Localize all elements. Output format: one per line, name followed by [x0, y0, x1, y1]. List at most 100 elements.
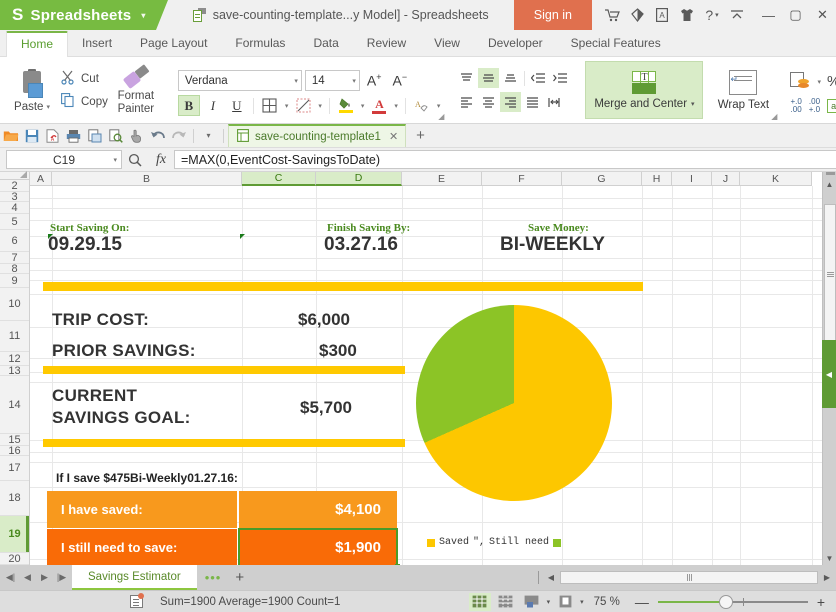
cart-icon[interactable]: [601, 0, 623, 30]
column-header-F[interactable]: F: [482, 172, 562, 186]
diagonal-border-button[interactable]: [292, 95, 314, 116]
merge-and-center-button[interactable]: T Merge and Center ▾: [585, 61, 703, 119]
row-header-5[interactable]: 5: [0, 214, 29, 230]
still-need-label-cell[interactable]: I still need to save:: [47, 529, 237, 565]
scroll-left-button[interactable]: ◀: [544, 565, 558, 590]
decrease-indent-button[interactable]: [528, 68, 549, 88]
bold-button[interactable]: B: [178, 95, 200, 116]
h-split-handle[interactable]: [538, 571, 539, 584]
collapse-ribbon-icon[interactable]: [726, 0, 748, 30]
chevron-down-icon[interactable]: ▾: [316, 102, 324, 110]
last-sheet-button[interactable]: |▶: [54, 565, 69, 590]
sign-in-button[interactable]: Sign in: [514, 0, 592, 30]
first-sheet-button[interactable]: ◀|: [3, 565, 18, 590]
document-tab[interactable]: save-counting-template1 ✕: [228, 124, 406, 147]
page-layout-view-icon[interactable]: [495, 593, 517, 611]
sheet-overflow-icon[interactable]: •••: [197, 565, 230, 590]
format-painter-button[interactable]: Format Painter: [108, 64, 164, 116]
new-document-button[interactable]: +: [406, 127, 435, 144]
accounting-format-button[interactable]: ▾: [790, 72, 821, 92]
align-center-button[interactable]: [478, 92, 499, 112]
alignment-dialog-launcher[interactable]: ◢: [771, 112, 777, 121]
chevron-down-icon[interactable]: ▾: [547, 598, 551, 606]
align-right-button[interactable]: [500, 92, 521, 112]
chevron-down-icon[interactable]: ▾: [392, 102, 400, 110]
tab-home[interactable]: Home: [6, 31, 68, 57]
clear-format-button[interactable]: A: [411, 95, 433, 116]
zoom-slider[interactable]: [658, 593, 808, 611]
column-header-J[interactable]: J: [712, 172, 740, 186]
row-header-13[interactable]: 13: [0, 366, 29, 376]
maximize-button[interactable]: ▢: [782, 0, 809, 30]
tab-view[interactable]: View: [420, 31, 474, 56]
full-screen-view-icon[interactable]: [554, 593, 576, 611]
column-header-B[interactable]: B: [52, 172, 242, 186]
chevron-down-icon[interactable]: ▾: [359, 102, 367, 110]
task-pane-toggle[interactable]: ◀: [822, 340, 836, 408]
row-header-4[interactable]: 4: [0, 202, 29, 214]
column-header-E[interactable]: E: [402, 172, 482, 186]
horizontal-scroll-thumb[interactable]: [560, 571, 818, 584]
split-handle[interactable]: [826, 172, 835, 175]
customize-qat-icon[interactable]: ▾: [198, 124, 219, 148]
minimize-button[interactable]: —: [755, 0, 782, 30]
scroll-right-button[interactable]: ▶: [820, 565, 834, 590]
prev-sheet-button[interactable]: ◀: [20, 565, 35, 590]
font-size-combo[interactable]: 14 ▾: [305, 70, 360, 91]
savings-pie-chart[interactable]: [416, 305, 612, 501]
column-header-A[interactable]: A: [30, 172, 52, 186]
tab-review[interactable]: Review: [353, 31, 420, 56]
row-header-20[interactable]: 20: [0, 553, 29, 565]
increase-decimal-button[interactable]: +.0 .00: [790, 98, 801, 115]
select-all-corner[interactable]: [0, 172, 30, 180]
undo-icon[interactable]: [147, 124, 168, 148]
zoom-formula-icon[interactable]: [122, 153, 148, 167]
row-header-6[interactable]: 6: [0, 230, 29, 252]
copy-button[interactable]: Copy: [61, 93, 108, 111]
current-goal-value[interactable]: $5,700: [300, 398, 352, 418]
horizontal-scrollbar[interactable]: ◀ ▶: [250, 565, 836, 590]
grow-font-button[interactable]: A+: [363, 72, 386, 89]
font-dialog-launcher[interactable]: ◢: [438, 112, 444, 121]
column-header-H[interactable]: H: [642, 172, 672, 186]
italic-button[interactable]: I: [202, 95, 224, 116]
name-box[interactable]: C19 ▾: [6, 150, 122, 169]
sheet-canvas[interactable]: Start Saving On: 09.29.15 Finish Saving …: [30, 186, 822, 565]
open-folder-icon[interactable]: [0, 124, 21, 148]
paste-button[interactable]: Paste ▾: [5, 67, 59, 113]
underline-button[interactable]: U: [226, 95, 248, 116]
align-top-button[interactable]: [456, 68, 477, 88]
shirt-icon[interactable]: [676, 0, 698, 30]
row-header-8[interactable]: 8: [0, 264, 29, 274]
tab-page-layout[interactable]: Page Layout: [126, 31, 221, 56]
align-bottom-button[interactable]: [500, 68, 521, 88]
tab-formulas[interactable]: Formulas: [221, 31, 299, 56]
select-tool-icon[interactable]: [126, 124, 147, 148]
row-header-3[interactable]: 3: [0, 192, 29, 202]
row-header-9[interactable]: 9: [0, 274, 29, 288]
chevron-down-icon[interactable]: ▾: [46, 103, 50, 111]
column-header-D[interactable]: D: [316, 172, 402, 186]
text-orientation-button[interactable]: [544, 92, 565, 112]
zoom-level-label[interactable]: 75 %: [588, 596, 626, 608]
if-i-save-text[interactable]: If I save $475Bi-Weekly01.27.16:: [56, 471, 238, 485]
add-sheet-button[interactable]: +: [229, 565, 250, 590]
decrease-decimal-button[interactable]: .00 +.0: [809, 98, 820, 115]
cut-button[interactable]: Cut: [61, 70, 108, 88]
tab-insert[interactable]: Insert: [68, 31, 126, 56]
fill-handle[interactable]: [395, 564, 400, 565]
formula-input[interactable]: =MAX(0,EventCost-SavingsToDate): [174, 150, 836, 169]
justify-button[interactable]: [522, 92, 543, 112]
find-icon[interactable]: [105, 124, 126, 148]
print-preview-icon[interactable]: [84, 124, 105, 148]
chevron-down-icon[interactable]: ▾: [141, 11, 145, 20]
column-header-C[interactable]: C: [242, 172, 316, 186]
align-middle-button[interactable]: [478, 68, 499, 88]
tab-developer[interactable]: Developer: [474, 31, 557, 56]
scroll-up-button[interactable]: ▲: [823, 177, 836, 191]
scroll-down-button[interactable]: ▼: [823, 551, 836, 565]
chevron-down-icon[interactable]: ▾: [283, 102, 291, 110]
insert-function-button[interactable]: fx: [148, 152, 174, 168]
row-header-17[interactable]: 17: [0, 456, 29, 481]
align-left-button[interactable]: [456, 92, 477, 112]
